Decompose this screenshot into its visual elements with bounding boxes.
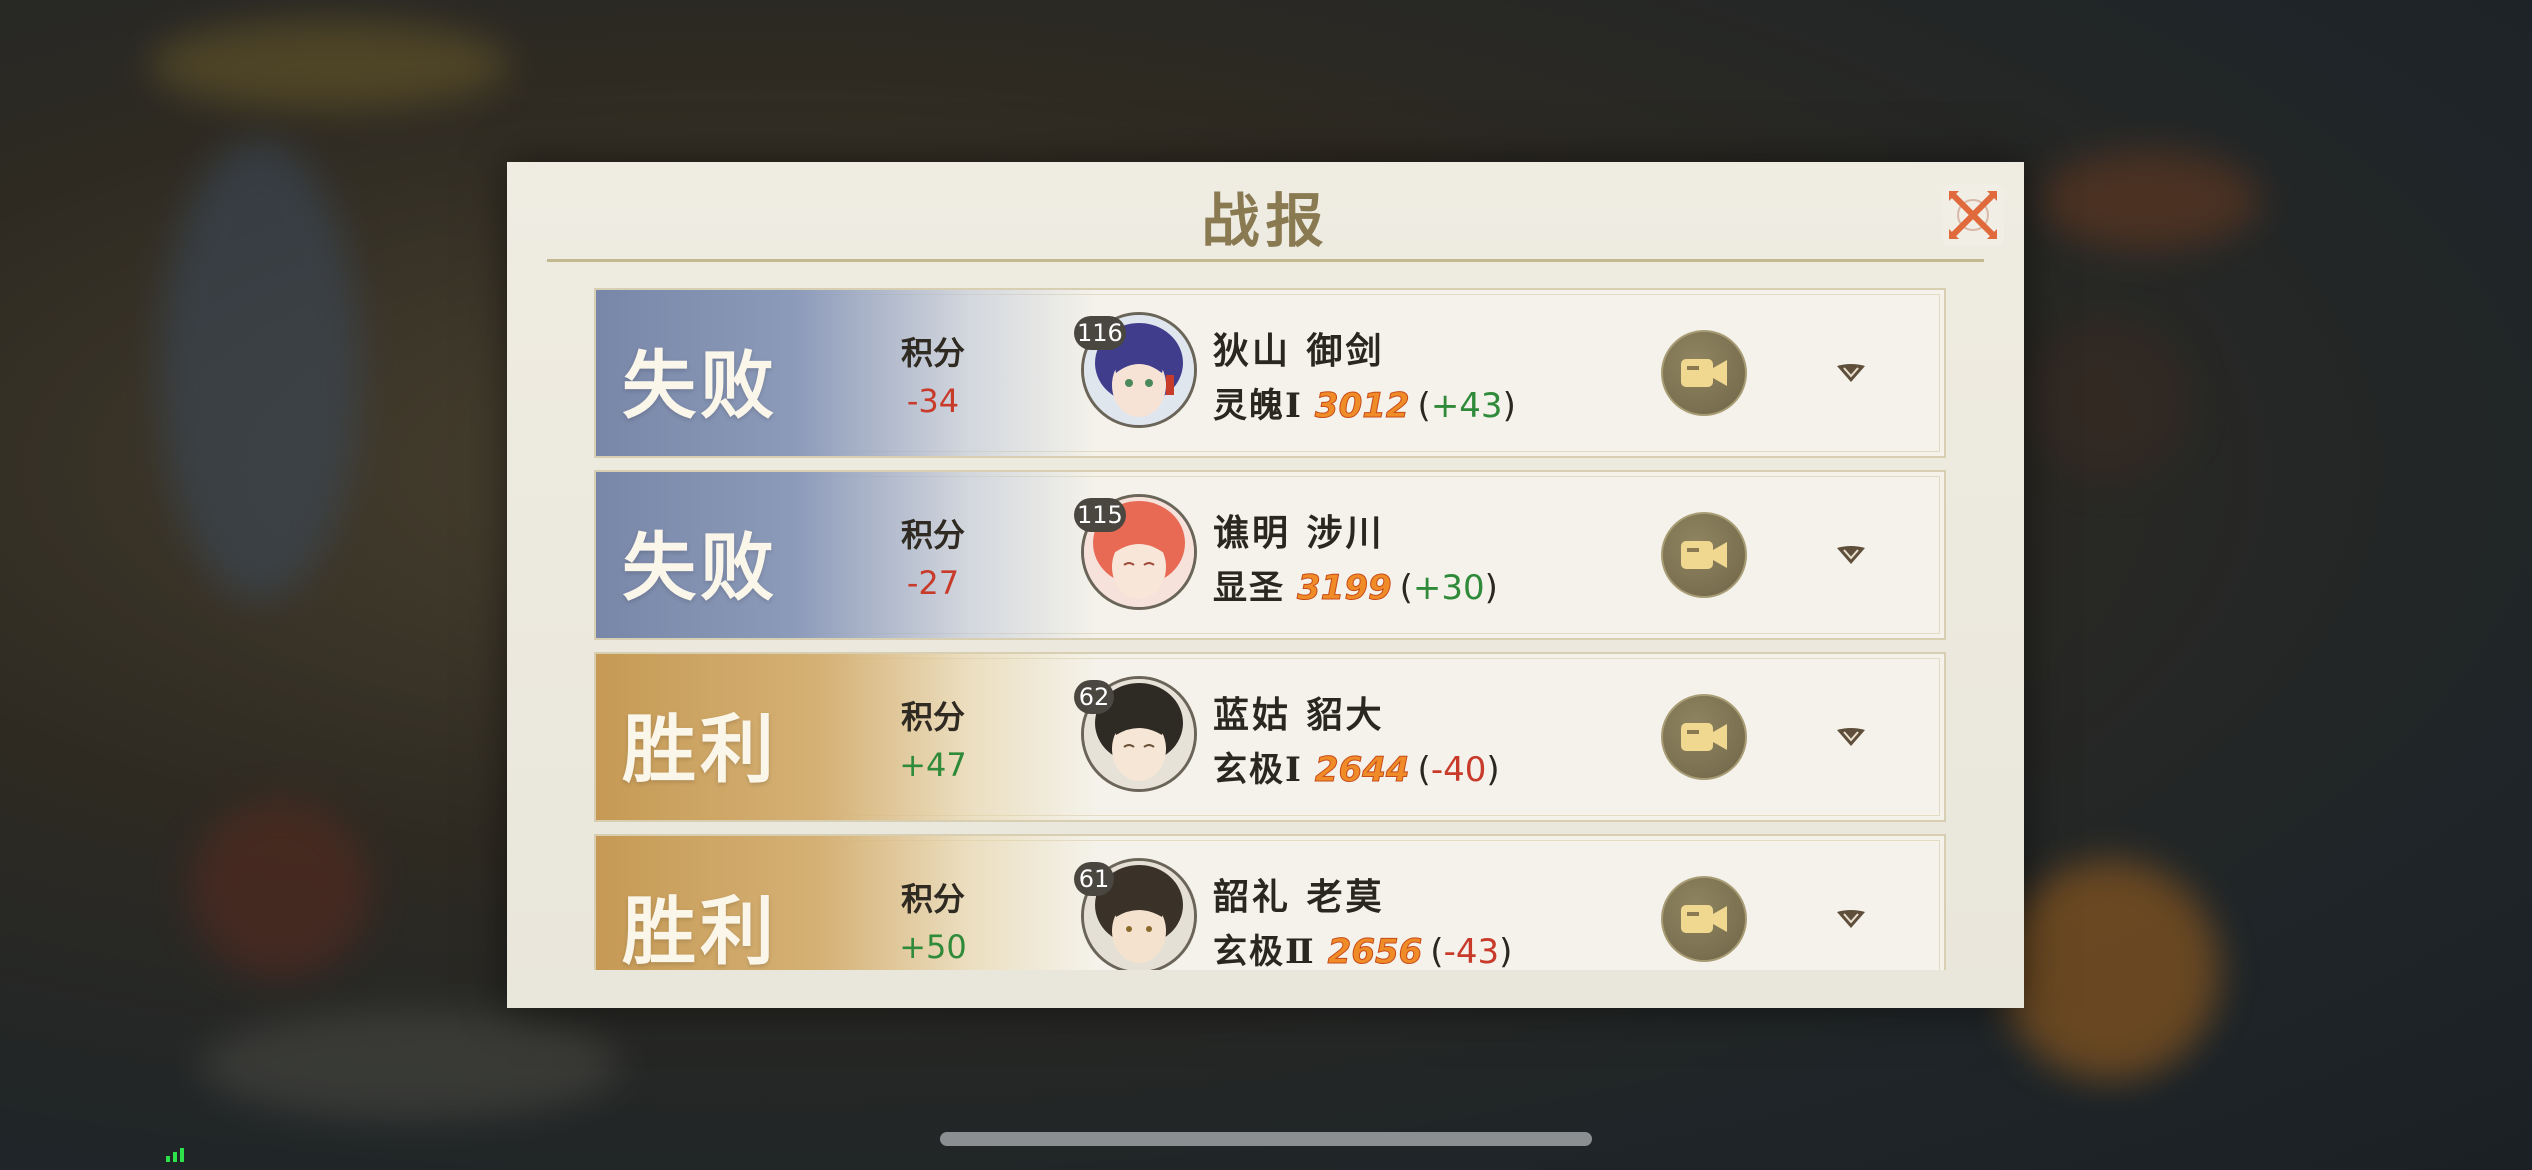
chevron-down-icon <box>1837 728 1865 746</box>
record-row[interactable]: 失败 积分 -34 116 狄山 御剑 灵魄Ⅰ 3012 (+43) <box>594 288 1946 458</box>
rank-delta: -43 <box>1443 932 1500 970</box>
close-button[interactable] <box>1942 184 2004 246</box>
title-divider <box>547 259 1984 262</box>
replay-button[interactable] <box>1661 330 1747 416</box>
rank-title: 显圣 <box>1213 568 1285 608</box>
result-text: 失败 <box>622 343 778 429</box>
replay-button[interactable] <box>1661 512 1747 598</box>
video-camera-icon <box>1681 359 1727 387</box>
record-list[interactable]: 失败 积分 -34 116 狄山 御剑 灵魄Ⅰ 3012 (+43) 失败 积分… <box>594 288 1946 970</box>
rank-points: 3199 <box>1297 568 1393 609</box>
chevron-down-icon <box>1837 910 1865 928</box>
result-text: 失败 <box>622 525 778 611</box>
expand-button[interactable] <box>1831 354 1871 390</box>
score-delta: -27 <box>906 564 960 602</box>
rank-points: 3012 <box>1314 386 1410 427</box>
score-delta: -34 <box>906 382 960 420</box>
rank-line: 显圣 3199 (+30) <box>1213 568 1498 609</box>
expand-button[interactable] <box>1831 900 1871 936</box>
home-indicator[interactable] <box>940 1132 1592 1146</box>
close-icon <box>1949 191 1997 239</box>
opponent-name: 韶礼 老莫 <box>1213 876 1385 918</box>
score-label: 积分 <box>900 516 965 554</box>
level-badge: 115 <box>1074 498 1126 532</box>
result-text: 胜利 <box>622 707 778 793</box>
result-text: 胜利 <box>622 889 778 970</box>
replay-button[interactable] <box>1661 876 1747 962</box>
video-camera-icon <box>1681 905 1727 933</box>
record-row[interactable]: 胜利 积分 +50 61 韶礼 老莫 玄极Ⅱ 2656 (-43) <box>594 834 1946 970</box>
chevron-down-icon <box>1837 546 1865 564</box>
rank-title: 灵魄Ⅰ <box>1213 386 1303 426</box>
video-camera-icon <box>1681 541 1727 569</box>
rank-delta: +43 <box>1430 386 1503 426</box>
record-row[interactable]: 胜利 积分 +47 62 蓝姑 貂大 玄极Ⅰ 2644 (-40) <box>594 652 1946 822</box>
rank-delta: +30 <box>1412 568 1485 608</box>
opponent-name: 蓝姑 貂大 <box>1213 694 1385 736</box>
level-badge: 116 <box>1074 316 1126 350</box>
score-label: 积分 <box>900 880 965 918</box>
rank-line: 灵魄Ⅰ 3012 (+43) <box>1213 386 1516 427</box>
rank-line: 玄极Ⅱ 2656 (-43) <box>1213 932 1513 971</box>
opponent-name: 谯明 涉川 <box>1213 512 1385 554</box>
score-delta: +50 <box>899 928 967 966</box>
expand-button[interactable] <box>1831 536 1871 572</box>
level-badge: 61 <box>1074 862 1114 896</box>
rank-points: 2644 <box>1314 750 1410 791</box>
rank-title: 玄极Ⅱ <box>1213 932 1316 970</box>
signal-icon <box>166 1148 184 1162</box>
chevron-down-icon <box>1837 364 1865 382</box>
opponent-name: 狄山 御剑 <box>1213 330 1385 372</box>
expand-button[interactable] <box>1831 718 1871 754</box>
battle-report-dialog: 战报 失败 积分 -34 116 狄山 御剑 灵魄Ⅰ 3012 (+43) 失败… <box>507 162 2024 1008</box>
score-label: 积分 <box>900 698 965 736</box>
record-row[interactable]: 失败 积分 -27 115 谯明 涉川 显圣 3199 (+30) <box>594 470 1946 640</box>
replay-button[interactable] <box>1661 694 1747 780</box>
score-label: 积分 <box>900 334 965 372</box>
rank-line: 玄极Ⅰ 2644 (-40) <box>1213 750 1500 791</box>
video-camera-icon <box>1681 723 1727 751</box>
rank-points: 2656 <box>1327 932 1423 971</box>
score-delta: +47 <box>899 746 967 784</box>
dialog-title: 战报 <box>1201 187 1330 255</box>
rank-title: 玄极Ⅰ <box>1213 750 1303 790</box>
level-badge: 62 <box>1074 680 1114 714</box>
rank-delta: -40 <box>1430 750 1487 790</box>
